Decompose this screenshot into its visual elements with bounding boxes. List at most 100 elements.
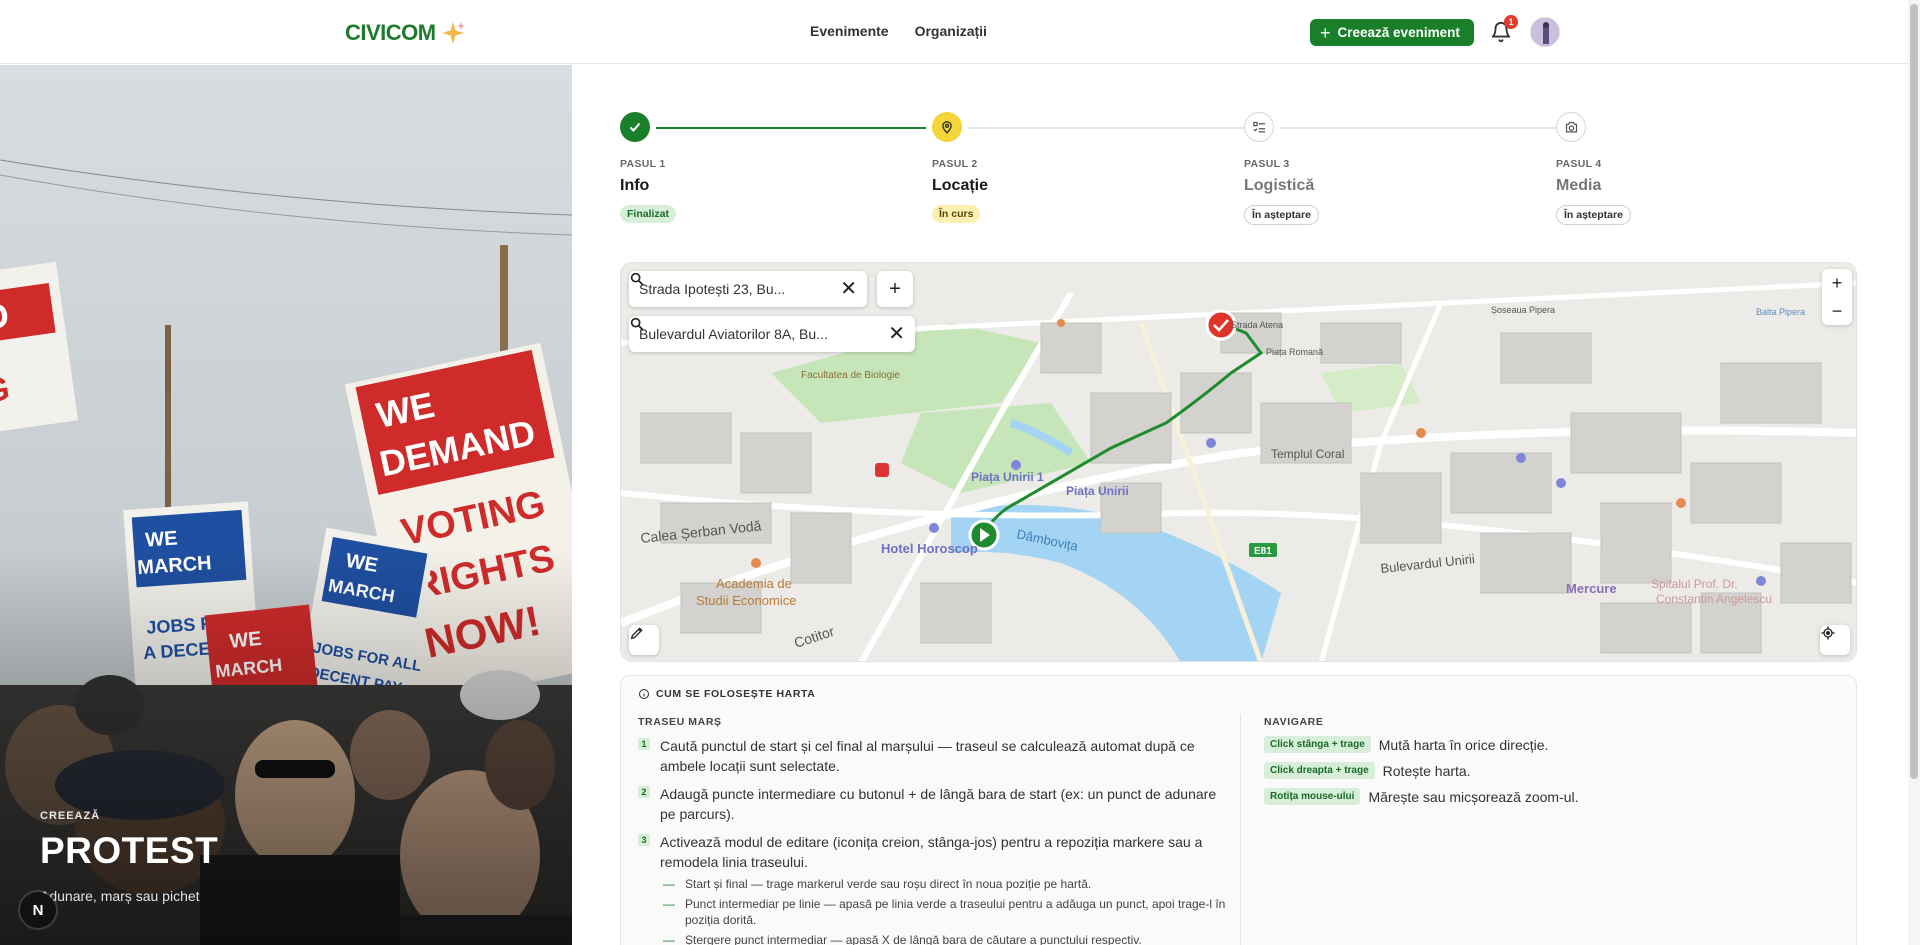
hero-subtitle: Adunare, marș sau pichet xyxy=(40,888,200,904)
plus-icon: + xyxy=(1320,22,1331,43)
step-circle xyxy=(1244,112,1274,142)
zoom-in-button[interactable]: + xyxy=(1822,269,1852,297)
step-connector-1 xyxy=(656,127,926,129)
sub-text: Punct intermediar pe linie — apasă pe li… xyxy=(685,897,1226,927)
map-help-panel: CUM SE FOLOSEȘTE HARTA TRASEU MARȘ NAVIG… xyxy=(620,675,1857,945)
step-name: Logistică xyxy=(1244,177,1315,194)
map-pin-icon xyxy=(942,121,952,134)
nav-title: NAVIGARE xyxy=(1264,716,1324,728)
search-icon xyxy=(630,317,644,331)
dev-tools-button[interactable]: N xyxy=(20,892,56,928)
crosshair-icon xyxy=(1821,626,1835,640)
scrollbar-thumb[interactable] xyxy=(1910,4,1918,779)
sub-text: Start și final — trage markerul verde sa… xyxy=(685,877,1092,891)
step-media[interactable]: PASUL 4 Media În așteptare xyxy=(1556,112,1631,225)
hero-title: PROTEST xyxy=(40,830,219,871)
svg-text:E81: E81 xyxy=(1254,546,1272,557)
svg-text:Balta Pipera: Balta Pipera xyxy=(1756,307,1805,317)
step-number: PASUL 2 xyxy=(932,158,978,170)
camera-icon xyxy=(1565,121,1577,132)
svg-text:Facultatea de Biologie: Facultatea de Biologie xyxy=(801,370,900,381)
step-number-badge: 2 xyxy=(638,786,650,798)
start-search-value: Strada Ipotești 23, Bu... xyxy=(639,281,786,297)
sub-text: Ștergere punct intermediar — apasă X de … xyxy=(685,933,1142,945)
svg-text:Piața Romană: Piața Romană xyxy=(1266,347,1323,357)
clear-start-icon[interactable]: ✕ xyxy=(840,279,857,299)
clear-end-icon[interactable]: ✕ xyxy=(888,324,905,344)
step-circle xyxy=(932,112,962,142)
sparkle-icon xyxy=(441,22,465,44)
list-item: — Ștergere punct intermediar — apasă X de… xyxy=(663,932,1228,945)
status-badge: În așteptare xyxy=(1244,205,1319,225)
status-badge: În așteptare xyxy=(1556,205,1631,225)
check-icon xyxy=(629,122,641,132)
zoom-control: + − xyxy=(1822,269,1852,325)
edit-mode-button[interactable] xyxy=(629,625,659,655)
step-name: Info xyxy=(620,177,650,194)
edit-sub-list: — Start și final — trage markerul verde s… xyxy=(663,876,1228,945)
end-search-input[interactable]: Bulevardul Aviatorilor 8A, Bu... ✕ xyxy=(629,316,915,352)
svg-text:Constantin Angelescu: Constantin Angelescu xyxy=(1656,592,1772,606)
step-number-badge: 3 xyxy=(638,834,650,846)
search-icon xyxy=(630,272,644,286)
list-item: 1 Caută punctul de start și cel final al… xyxy=(638,736,1228,776)
list-item: — Start și final — trage markerul verde s… xyxy=(663,877,1092,891)
locate-button[interactable] xyxy=(1820,625,1850,655)
logo-text: CIVICOM xyxy=(345,20,436,45)
checklist-icon xyxy=(1252,121,1265,132)
svg-text:Piața Unirii: Piața Unirii xyxy=(1066,484,1129,498)
shortcut-key: Click stânga + trage xyxy=(1264,736,1371,753)
route-steps: 1 Caută punctul de start și cel final al… xyxy=(638,736,1228,945)
shortcut-key: Click dreapta + trage xyxy=(1264,762,1375,779)
step-name: Media xyxy=(1556,177,1602,194)
step-text: Adaugă puncte intermediare cu butonul + … xyxy=(660,786,1217,822)
svg-text:Spitalul Prof. Dr.: Spitalul Prof. Dr. xyxy=(1651,577,1738,591)
map-label: Piața Unirii 1 xyxy=(971,470,1044,484)
route-title: TRASEU MARȘ xyxy=(638,716,722,728)
svg-text:Strada Atena: Strada Atena xyxy=(1231,320,1283,330)
status-badge: În curs xyxy=(932,205,981,223)
list-item: Click stânga + trage Mută harta în orice… xyxy=(1264,736,1579,753)
hero-image-panel: ID G WE DEMAND VOTING RIGHTS NOW! WE MAR… xyxy=(0,65,572,945)
step-text: Caută punctul de start și cel final al m… xyxy=(660,738,1195,774)
create-event-button[interactable]: + Creează eveniment xyxy=(1310,19,1474,46)
top-header: CIVICOM Evenimente Organizații + Creează… xyxy=(0,0,1908,64)
zoom-out-button[interactable]: − xyxy=(1822,297,1852,325)
step-logistics[interactable]: PASUL 3 Logistică În așteptare xyxy=(1244,112,1319,225)
help-divider xyxy=(1240,714,1241,945)
main-nav: Evenimente Organizații xyxy=(810,23,987,39)
svg-text:Mercure: Mercure xyxy=(1566,581,1617,596)
nav-events[interactable]: Evenimente xyxy=(810,23,889,39)
list-item: 3 Activează modul de editare (iconița cr… xyxy=(638,832,1228,872)
route-map[interactable]: Piața Unirii 1 Piața Unirii Hotel Horosc… xyxy=(620,262,1857,662)
list-item: — Punct intermediar pe linie — apasă pe l… xyxy=(663,896,1228,928)
hero-eyebrow: CREEAZĂ xyxy=(40,810,101,822)
svg-text:Academia de: Academia de xyxy=(716,576,792,591)
step-number: PASUL 1 xyxy=(620,158,666,170)
svg-text:Șoseaua Pipera: Șoseaua Pipera xyxy=(1491,305,1555,315)
step-connector-3 xyxy=(1280,127,1558,129)
svg-text:Hotel Horoscop: Hotel Horoscop xyxy=(881,541,978,556)
step-location[interactable]: PASUL 2 Locație În curs xyxy=(932,112,988,223)
svg-text:Templul Coral: Templul Coral xyxy=(1271,447,1344,461)
start-search-input[interactable]: Strada Ipotești 23, Bu... ✕ xyxy=(629,271,867,307)
step-name: Locație xyxy=(932,177,989,194)
add-waypoint-button[interactable]: + xyxy=(877,271,913,307)
step-number: PASUL 3 xyxy=(1244,158,1290,170)
logo[interactable]: CIVICOM xyxy=(345,20,466,46)
progress-stepper: PASUL 1 Info Finalizat PASUL 2 Locație Î… xyxy=(620,112,1860,232)
status-badge: Finalizat xyxy=(620,205,677,223)
step-number: PASUL 4 xyxy=(1556,158,1602,170)
navigation-tips: Click stânga + trage Mută harta în orice… xyxy=(1264,736,1579,814)
help-title: CUM SE FOLOSEȘTE HARTA xyxy=(656,688,816,700)
list-item: 2 Adaugă puncte intermediare cu butonul … xyxy=(638,784,1228,824)
list-item: Rotița mouse-ului Mărește sau micșorează… xyxy=(1264,788,1579,805)
step-text: Activează modul de editare (iconița crei… xyxy=(660,834,1203,870)
end-search-value: Bulevardul Aviatorilor 8A, Bu... xyxy=(639,326,828,342)
step-number-badge: 1 xyxy=(638,738,650,750)
nav-organizations[interactable]: Organizații xyxy=(915,23,987,39)
step-info[interactable]: PASUL 1 Info Finalizat xyxy=(620,112,677,223)
svg-text:Studii Economice: Studii Economice xyxy=(696,593,796,608)
page-scrollbar[interactable] xyxy=(1908,0,1920,945)
user-avatar[interactable] xyxy=(1530,17,1560,47)
